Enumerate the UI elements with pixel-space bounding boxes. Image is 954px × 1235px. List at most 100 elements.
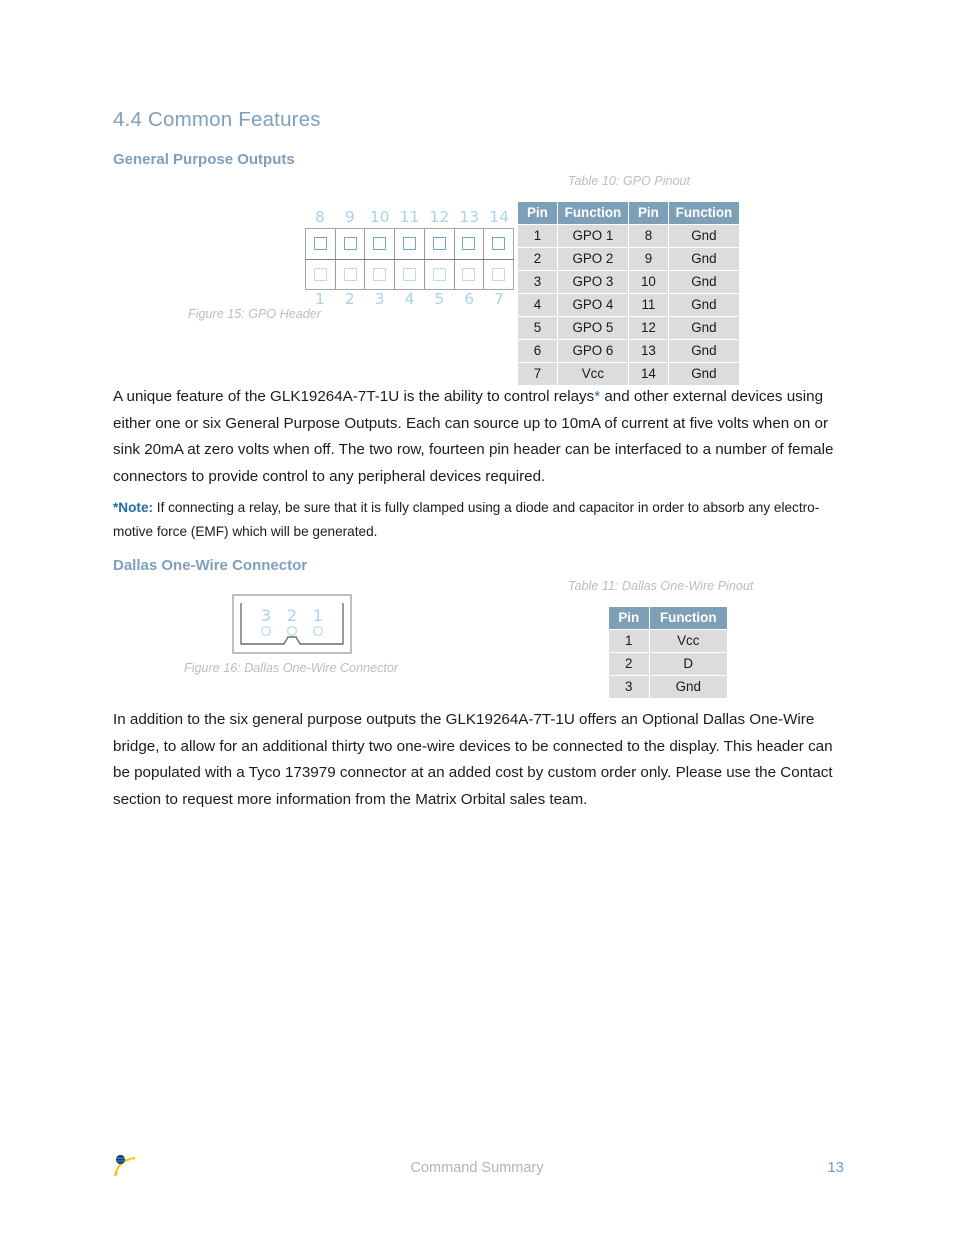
square-pad-icon [373, 237, 387, 251]
square-pad-icon [432, 267, 446, 281]
square-pad-icon [432, 237, 446, 251]
pin-label: 3 [374, 290, 385, 308]
pin-label: 4 [404, 290, 415, 308]
cell-pin: 4 [518, 294, 557, 316]
dallas-connector-figure: 3 2 1 [232, 594, 352, 656]
cell-function: GPO 1 [557, 225, 628, 247]
cell-function: GPO 6 [557, 340, 628, 362]
table-row: 5 GPO 5 12 Gnd [518, 317, 739, 339]
column-header-pin-2: Pin [628, 202, 668, 224]
pin-label-3: 3 [261, 606, 271, 625]
gpo-header-figure: 8 9 10 11 12 13 14 1 2 3 4 5 6 7 [150, 208, 514, 308]
gpo-pin-cell [455, 259, 485, 289]
cell-function: Gnd [668, 340, 739, 362]
gpo-pin-cell [306, 229, 336, 259]
table-row: 3 GPO 3 10 Gnd [518, 271, 739, 293]
table-row: 2 D [609, 653, 727, 675]
pin-label: 8 [314, 208, 325, 226]
subsection-heading-dallas: Dallas One-Wire Connector [113, 557, 308, 574]
cell-pin: 13 [628, 340, 668, 362]
document-page: 4.4 Common Features General Purpose Outp… [0, 0, 954, 1235]
pin-hole-icon [286, 625, 298, 637]
square-pad-icon [492, 267, 506, 281]
dallas-connector-drawing: 3 2 1 [232, 594, 352, 654]
cell-pin: 10 [628, 271, 668, 293]
gpo-header-grid-row-top [306, 229, 513, 260]
column-header-function: Function [649, 607, 727, 629]
note-text: If connecting a relay, be sure that it i… [113, 500, 820, 539]
gpo-pinout-table: Pin Function Pin Function 1 GPO 1 8 Gnd … [517, 201, 740, 386]
cell-function: Gnd [668, 225, 739, 247]
gpo-pin-cell [365, 229, 396, 259]
paragraph-note: *Note: If connecting a relay, be sure th… [113, 496, 843, 544]
cell-pin: 7 [518, 363, 557, 385]
pin-label: 10 [369, 208, 390, 226]
gpo-pin-cell [306, 259, 336, 289]
paragraph-text-part-1: A unique feature of the GLK19264A-7T-1U … [113, 388, 595, 405]
cell-pin: 12 [628, 317, 668, 339]
pin-label: 14 [489, 208, 509, 226]
figure-16-caption: Figure 16: Dallas One-Wire Connector [184, 661, 399, 675]
cell-function: Vcc [557, 363, 628, 385]
column-header-function-2: Function [668, 202, 739, 224]
table-row: 4 GPO 4 11 Gnd [518, 294, 739, 316]
cell-function: GPO 2 [557, 248, 628, 270]
note-label: *Note: [113, 500, 154, 515]
gpo-header-grid [305, 228, 514, 290]
paragraph-dallas-description: In addition to the six general purpose o… [113, 711, 833, 808]
cell-function: Gnd [668, 271, 739, 293]
square-pad-icon [492, 237, 506, 251]
gpo-bottom-pin-labels: 1 2 3 4 5 6 7 [305, 290, 514, 308]
gpo-pin-cell [395, 259, 425, 289]
gpo-pin-cell [484, 229, 513, 259]
gpo-pin-cell [425, 229, 455, 259]
cell-function: Gnd [668, 248, 739, 270]
cell-function: GPO 4 [557, 294, 628, 316]
cell-function: Gnd [668, 363, 739, 385]
column-header-pin: Pin [609, 607, 649, 629]
cell-function: Gnd [668, 317, 739, 339]
cell-function: Gnd [649, 676, 727, 698]
pin-hole-icon [260, 625, 272, 637]
table-row: 3 Gnd [609, 676, 727, 698]
cell-function: D [649, 653, 727, 675]
cell-pin: 1 [609, 630, 649, 652]
pin-label: 2 [344, 290, 355, 308]
square-pad-icon [343, 267, 357, 281]
cell-pin: 8 [628, 225, 668, 247]
gpo-pin-cell [484, 260, 513, 290]
pin-label: 5 [434, 290, 445, 308]
table-row: 1 GPO 1 8 Gnd [518, 225, 739, 247]
cell-pin: 5 [518, 317, 557, 339]
table-row: 1 Vcc [609, 630, 727, 652]
gpo-top-pin-labels: 8 9 10 11 12 13 14 [305, 208, 514, 226]
cell-pin: 1 [518, 225, 557, 247]
square-pad-icon [313, 267, 327, 281]
pin-hole-icon [312, 625, 324, 637]
cell-pin: 3 [609, 676, 649, 698]
gpo-pin-cell [365, 259, 396, 289]
table-row: 6 GPO 6 13 Gnd [518, 340, 739, 362]
paragraph-gpo-description: A unique feature of the GLK19264A-7T-1U … [113, 384, 843, 490]
pin-label-1: 1 [313, 606, 323, 625]
figure-15-caption: Figure 15: GPO Header [188, 307, 321, 321]
square-pad-icon [403, 267, 417, 281]
gpo-header-grid-row-bottom [306, 259, 513, 290]
gpo-pin-cell [455, 229, 485, 259]
cell-pin: 6 [518, 340, 557, 362]
cell-pin: 2 [518, 248, 557, 270]
footer-section-label: Command Summary [410, 1160, 544, 1176]
cell-pin: 3 [518, 271, 557, 293]
cell-pin: 11 [628, 294, 668, 316]
gpo-pin-cell [336, 259, 366, 289]
gpo-pin-cell [425, 259, 455, 289]
subsection-heading-gpo: General Purpose Outputs [113, 151, 295, 168]
cell-pin: 9 [628, 248, 668, 270]
pin-label: 9 [344, 208, 355, 226]
column-header-pin-1: Pin [518, 202, 557, 224]
table-10-caption: Table 10: GPO Pinout [568, 174, 691, 188]
gpo-pin-cell [336, 229, 366, 259]
square-pad-icon [403, 237, 417, 251]
gpo-pin-cell [395, 229, 425, 259]
dallas-pinout-table: Pin Function 1 Vcc 2 D 3 Gnd [608, 606, 728, 699]
